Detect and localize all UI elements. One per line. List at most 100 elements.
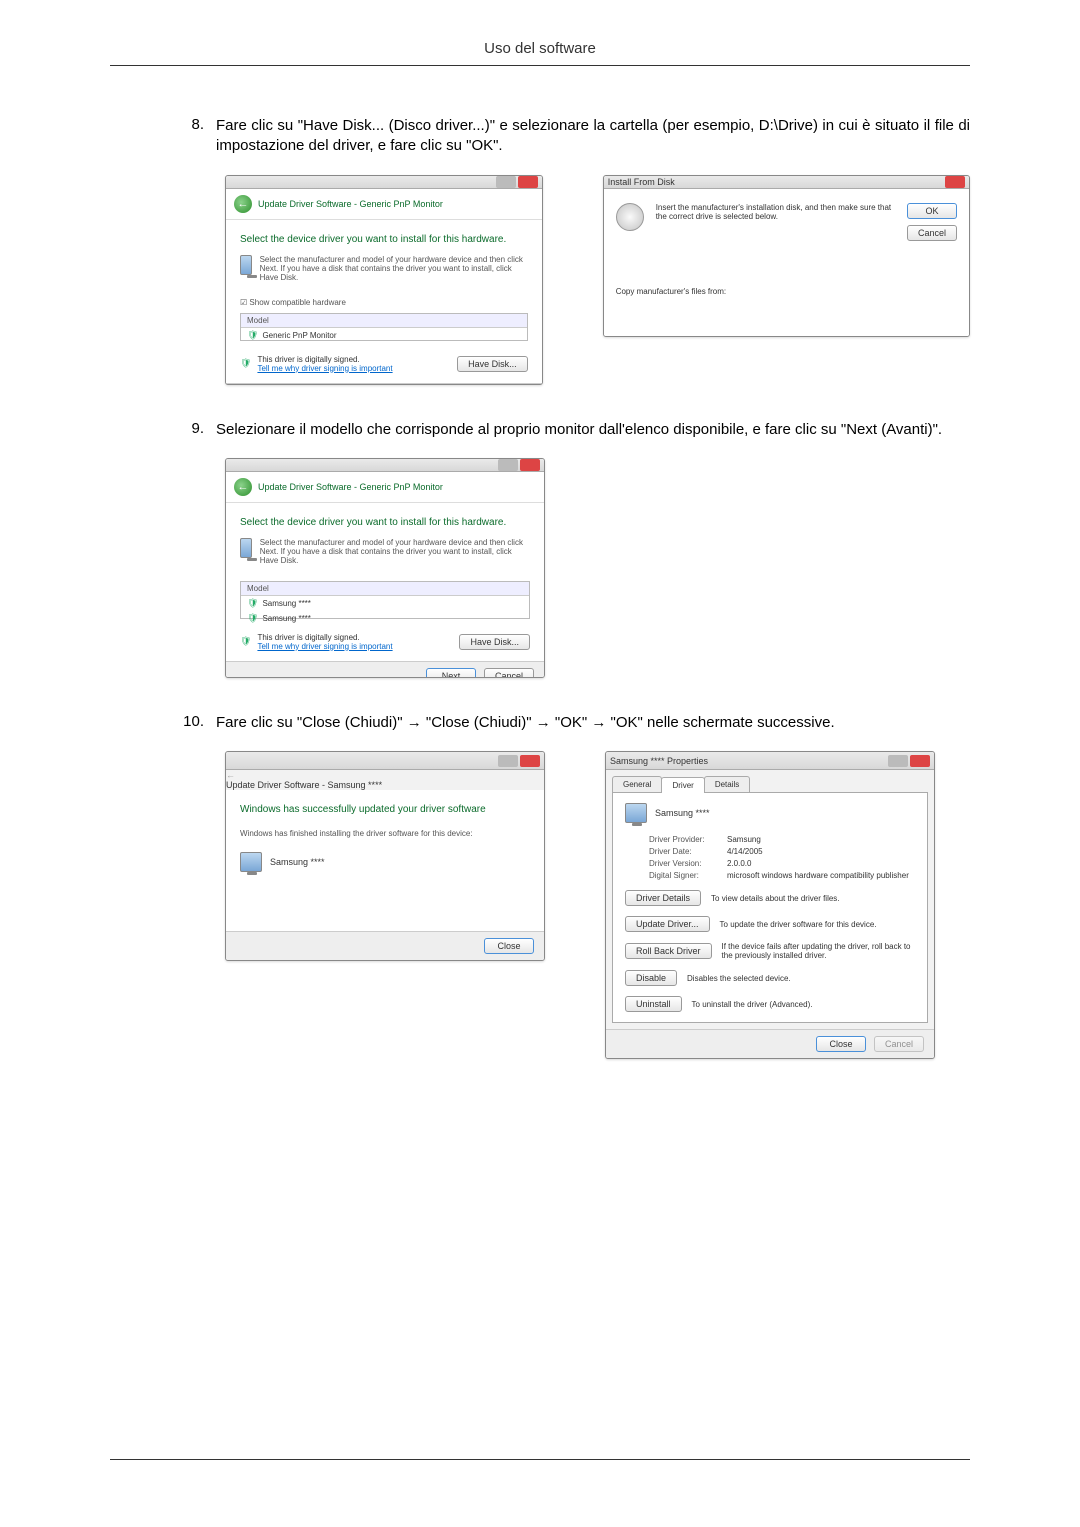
step-8-figures: ← Update Driver Software - Generic PnP M… — [225, 175, 970, 385]
list-item[interactable]: 🛡Samsung **** — [241, 596, 529, 611]
tab-driver[interactable]: Driver — [661, 777, 704, 793]
cancel-button[interactable]: Cancel — [907, 225, 957, 241]
next-button[interactable]: Next — [426, 668, 476, 678]
ifd-message: Insert the manufacturer's installation d… — [656, 203, 895, 241]
wizard-breadcrumb-text: Update Driver Software - Generic PnP Mon… — [258, 199, 443, 209]
step-10-number: 10. — [180, 713, 216, 733]
update-success-dialog: ← Update Driver Software - Samsung **** … — [225, 751, 545, 961]
step-8-number: 8. — [180, 116, 216, 157]
close-icon[interactable] — [945, 176, 965, 188]
step-10: 10. Fare clic su "Close (Chiudi)" → "Clo… — [180, 713, 970, 733]
provider-key: Driver Provider: — [649, 835, 727, 844]
minimize-icon[interactable] — [496, 176, 516, 188]
shield-icon: 🛡 — [247, 598, 258, 609]
dialog-titlebar: Samsung **** Properties — [606, 752, 934, 770]
disc-icon — [616, 203, 644, 231]
show-compatible-checkbox[interactable]: ☑ Show compatible hardware — [240, 298, 528, 307]
driver-details-button[interactable]: Driver Details — [625, 890, 701, 906]
close-icon[interactable] — [520, 755, 540, 767]
close-icon[interactable] — [910, 755, 930, 767]
model-listbox[interactable]: Model 🛡Samsung **** 🛡Samsung **** — [240, 581, 530, 619]
back-icon[interactable]: ← — [234, 195, 252, 213]
copy-from-label: Copy manufacturer's files from: — [616, 287, 957, 296]
list-item[interactable]: 🛡Generic PnP Monitor — [241, 328, 527, 343]
update-driver-desc: To update the driver software for this d… — [720, 920, 915, 929]
props-title: Samsung **** Properties — [610, 756, 708, 766]
close-icon[interactable] — [518, 176, 538, 188]
date-key: Driver Date: — [649, 847, 727, 856]
step-9-figures: ← Update Driver Software - Generic PnP M… — [225, 458, 970, 678]
roll-back-desc: If the device fails after updating the d… — [722, 942, 915, 960]
model-listbox[interactable]: Model 🛡Generic PnP Monitor — [240, 313, 528, 341]
monitor-icon — [625, 803, 647, 823]
close-button[interactable]: Close — [484, 938, 534, 954]
monitor-icon — [240, 852, 262, 872]
signing-info-link[interactable]: Tell me why driver signing is important — [257, 364, 392, 373]
model-list-header: Model — [241, 582, 529, 596]
cancel-button: Cancel — [874, 1036, 924, 1052]
step-8: 8. Fare clic su "Have Disk... (Disco dri… — [180, 116, 970, 157]
minimize-icon[interactable] — [498, 755, 518, 767]
minimize-icon[interactable] — [498, 459, 518, 471]
update-driver-wizard-dialog-2: ← Update Driver Software - Generic PnP M… — [225, 458, 545, 678]
signing-info-link[interactable]: Tell me why driver signing is important — [257, 642, 392, 651]
step-10-text: Fare clic su "Close (Chiudi)" → "Close (… — [216, 713, 970, 733]
dialog-titlebar — [226, 752, 544, 770]
help-icon[interactable] — [888, 755, 908, 767]
date-val: 4/14/2005 — [727, 847, 763, 856]
model-list-header: Model — [241, 314, 527, 328]
cancel-button[interactable]: Cancel — [484, 668, 534, 678]
success-subtext: Windows has finished installing the driv… — [240, 829, 530, 838]
dialog-titlebar — [226, 176, 542, 189]
page-header: Uso del software — [110, 40, 970, 57]
step-9-text: Selezionare il modello che corrisponde a… — [216, 420, 970, 440]
success-device: Samsung **** — [270, 857, 325, 867]
have-disk-button[interactable]: Have Disk... — [457, 356, 528, 372]
wizard-breadcrumb: ← Update Driver Software - Generic PnP M… — [226, 189, 542, 220]
disable-button[interactable]: Disable — [625, 970, 677, 986]
driver-details-desc: To view details about the driver files. — [711, 894, 915, 903]
monitor-icon — [240, 538, 252, 558]
update-driver-button[interactable]: Update Driver... — [625, 916, 710, 932]
list-item[interactable]: 🛡Samsung **** — [241, 611, 529, 626]
footer-rule — [110, 1459, 970, 1460]
props-tabs: General Driver Details — [612, 776, 928, 793]
step-9-number: 9. — [180, 420, 216, 440]
wizard-heading: Select the device driver you want to ins… — [240, 517, 530, 528]
shield-icon: 🛡 — [247, 613, 258, 624]
ok-button[interactable]: OK — [907, 203, 957, 219]
roll-back-button[interactable]: Roll Back Driver — [625, 943, 712, 959]
have-disk-button[interactable]: Have Disk... — [459, 634, 530, 650]
install-from-disk-dialog: Install From Disk Insert the manufacture… — [603, 175, 970, 337]
shield-icon: 🛡 — [240, 636, 251, 647]
wizard-breadcrumb-text: Update Driver Software - Generic PnP Mon… — [258, 482, 443, 492]
wizard-breadcrumb: ← Update Driver Software - Samsung **** — [226, 770, 544, 790]
close-icon[interactable] — [520, 459, 540, 471]
wizard-hint: Select the manufacturer and model of you… — [260, 255, 528, 282]
step-8-text: Fare clic su "Have Disk... (Disco driver… — [216, 116, 970, 157]
monitor-icon — [240, 255, 252, 275]
props-device: Samsung **** — [655, 808, 710, 818]
wizard-heading: Select the device driver you want to ins… — [240, 234, 528, 245]
device-properties-dialog: Samsung **** Properties General Driver D… — [605, 751, 935, 1059]
update-driver-wizard-dialog: ← Update Driver Software - Generic PnP M… — [225, 175, 543, 385]
tab-details[interactable]: Details — [704, 776, 750, 792]
signed-label: This driver is digitally signed. — [257, 355, 392, 364]
wizard-breadcrumb-text: Update Driver Software - Samsung **** — [226, 780, 382, 790]
wizard-breadcrumb: ← Update Driver Software - Generic PnP M… — [226, 472, 544, 503]
disable-desc: Disables the selected device. — [687, 974, 915, 983]
step-9: 9. Selezionare il modello che corrispond… — [180, 420, 970, 440]
back-icon: ← — [226, 770, 544, 780]
signed-label: This driver is digitally signed. — [257, 633, 392, 642]
close-button[interactable]: Close — [816, 1036, 866, 1052]
tab-general[interactable]: General — [612, 776, 662, 792]
wizard-hint: Select the manufacturer and model of you… — [260, 538, 530, 565]
uninstall-desc: To uninstall the driver (Advanced). — [692, 1000, 915, 1009]
signer-key: Digital Signer: — [649, 871, 727, 880]
back-icon[interactable]: ← — [234, 478, 252, 496]
dialog-titlebar — [226, 459, 544, 472]
uninstall-button[interactable]: Uninstall — [625, 996, 682, 1012]
header-rule — [110, 65, 970, 66]
step-10-figures: ← Update Driver Software - Samsung **** … — [225, 751, 970, 1059]
provider-val: Samsung — [727, 835, 761, 844]
